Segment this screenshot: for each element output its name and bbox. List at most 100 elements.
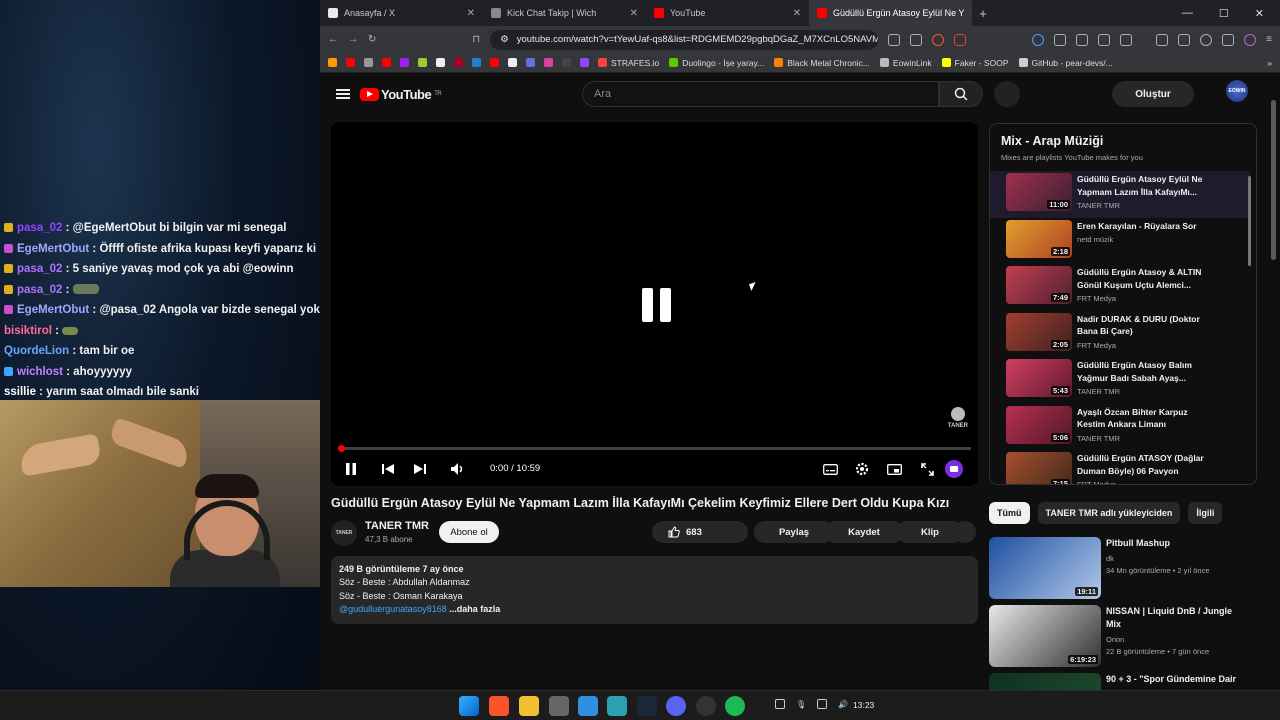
video-thumbnail[interactable]: 6:19:23 (989, 605, 1101, 667)
playlist-item[interactable]: 7:49 Güdüllü Ergün Atasoy & ALTIN Gönül K… (990, 264, 1250, 311)
playlist-item-title[interactable]: Eren Karayılan - Rüyalara Sor (1077, 220, 1217, 233)
steam-icon[interactable] (637, 696, 657, 716)
show-more-link[interactable]: ...daha fazla (449, 604, 500, 614)
volume-button[interactable] (451, 461, 465, 477)
playlist-item-title[interactable]: Güdüllü Ergün Atasoy & ALTIN Gönül Kuşum… (1077, 266, 1217, 291)
extension-1-icon[interactable] (1032, 33, 1045, 46)
brave-shield-icon[interactable] (932, 33, 945, 46)
video-title[interactable]: NISSAN | Liquid DnB / Jungle Mix (1106, 605, 1246, 631)
share-icon[interactable] (910, 33, 923, 46)
playlist-item[interactable]: 5:06 Ayaşlı Özcan Bihter Karpuz Kestim An… (990, 404, 1250, 451)
playlist-item-title[interactable]: Nadir DURAK & DURU (Doktor Bana Bi Çare) (1077, 313, 1217, 338)
photos-icon[interactable] (578, 696, 598, 716)
settings-gear-icon[interactable] (854, 461, 870, 477)
menu-icon[interactable]: ≡ (1266, 34, 1272, 45)
like-button[interactable]: 683 (652, 521, 748, 543)
browser-tab[interactable]: Anasayfa / X ✕ (320, 0, 483, 26)
chat-username[interactable]: wichlost (17, 366, 63, 378)
channel-mention-link[interactable]: @gudulluergunatasoy8168 (339, 604, 447, 614)
save-button[interactable]: Kaydet (824, 521, 904, 543)
sidebar-icon[interactable] (1156, 33, 1169, 46)
create-button[interactable]: Oluştur (1112, 81, 1194, 107)
bookmark-youtube-3-icon[interactable] (490, 58, 499, 67)
bookmark-item[interactable]: EowinLink (879, 58, 932, 68)
bookmark-github-icon[interactable] (364, 58, 373, 67)
site-info-icon[interactable]: ⚙ (500, 34, 509, 45)
github-icon[interactable] (1200, 33, 1213, 46)
close-window-icon[interactable]: ✕ (1255, 7, 1264, 20)
browser-tab[interactable]: Güdüllü Ergün Atasoy Eylül Ne Y✕ (809, 0, 972, 26)
avatar[interactable]: EOWIN (1226, 80, 1248, 102)
extension-player-icon[interactable] (945, 460, 963, 478)
miniplayer-button[interactable] (886, 461, 902, 477)
filter-chip[interactable]: İlgili (1188, 502, 1223, 524)
microphone-icon[interactable]: 🎙 (796, 700, 806, 709)
video-thumbnail[interactable]: 19:11 (989, 537, 1101, 599)
search-button[interactable] (939, 81, 983, 107)
playlist-item-title[interactable]: Güdüllü Ergün Atasoy Balım Yağmur Badı S… (1077, 359, 1217, 384)
shield-icon[interactable] (1222, 33, 1235, 46)
obs-icon[interactable] (696, 696, 716, 716)
video-player[interactable]: TANER 0:00 / 10:59 (331, 122, 978, 486)
pause-button[interactable] (344, 461, 358, 477)
file-explorer-icon[interactable] (519, 696, 539, 716)
bookmark-app-icon[interactable] (418, 58, 427, 67)
forward-icon[interactable]: → (348, 34, 358, 45)
playlist-thumbnail[interactable]: 7:15 (1006, 452, 1072, 484)
vpn-icon[interactable] (1244, 33, 1257, 46)
chat-username[interactable]: QuordeLion (4, 345, 69, 357)
playlist-item-title[interactable]: Ayaşlı Özcan Bihter Karpuz Kestim Ankara… (1077, 406, 1217, 431)
wallet-icon[interactable] (1178, 33, 1191, 46)
chat-username[interactable]: bisiktirol (4, 325, 52, 337)
youtube-logo[interactable]: YouTube TR (360, 87, 442, 102)
browser-tab[interactable]: YouTube ✕ (646, 0, 809, 26)
recommended-video[interactable]: 6:19:23 NISSAN | Liquid DnB / Jungle Mix O… (989, 605, 1259, 667)
chat-username[interactable]: EgeMertObut (17, 243, 89, 255)
extensions-icon[interactable] (1098, 33, 1111, 46)
bookmark-discord-icon[interactable] (526, 58, 535, 67)
back-icon[interactable]: ← (328, 34, 338, 45)
playlist-thumbnail[interactable]: 5:43 (1006, 359, 1072, 397)
extension-3-icon[interactable] (1076, 33, 1089, 46)
pause-overlay-icon[interactable] (636, 285, 676, 325)
volume-icon[interactable]: 🔊 (838, 700, 848, 709)
playlist-item[interactable]: 2:05 Nadir DURAK & DURU (Doktor Bana Bi Ç… (990, 311, 1250, 358)
app-icon[interactable] (607, 696, 627, 716)
bookmark-icon[interactable]: ⊓ (472, 34, 480, 45)
voice-search-button[interactable] (994, 81, 1020, 107)
playlist-thumbnail[interactable]: 2:18 (1006, 219, 1072, 258)
playlist-thumbnail[interactable]: 7:49 (1006, 266, 1072, 304)
bookmark-linkedin-icon[interactable] (472, 58, 481, 67)
previous-button[interactable] (381, 461, 395, 477)
subtitles-button[interactable] (822, 461, 838, 477)
screen-icon[interactable] (888, 33, 901, 46)
chat-username[interactable]: EgeMertObut (17, 304, 89, 316)
bookmark-x-icon[interactable] (508, 58, 517, 67)
bookmark-tiktok-icon[interactable] (436, 58, 445, 67)
page-scrollbar[interactable] (1271, 100, 1276, 260)
scrubber-handle[interactable] (338, 445, 345, 452)
chat-username[interactable]: pasa_02 (17, 222, 62, 234)
minimize-icon[interactable]: — (1182, 7, 1193, 20)
playlist-thumbnail[interactable]: 11:00 (1006, 173, 1072, 211)
bookmark-youtube-icon[interactable] (346, 58, 355, 67)
playlist-scrollbar[interactable] (1248, 176, 1251, 266)
bookmark-instagram-icon[interactable] (544, 58, 553, 67)
hamburger-menu-icon[interactable] (336, 89, 350, 99)
filter-chip[interactable]: TANER TMR adlı yükleyiciden (1037, 502, 1181, 524)
bookmark-item[interactable]: STRAFES.io (598, 58, 659, 68)
bookmarks-overflow-icon[interactable]: » (1267, 58, 1272, 68)
playlist-item[interactable]: 5:43 Güdüllü Ergün Atasoy Balım Yağmur Ba… (990, 357, 1250, 404)
close-tab-icon[interactable]: ✕ (793, 8, 801, 19)
bookmark-item[interactable]: Black Metal Chronic... (774, 58, 870, 68)
bookmark-youtube-2-icon[interactable] (382, 58, 391, 67)
search-input[interactable]: Ara (582, 81, 939, 107)
fullscreen-button[interactable] (919, 461, 935, 477)
filter-chip[interactable]: Tümü (989, 502, 1030, 524)
close-tab-icon[interactable]: ✕ (467, 8, 475, 19)
network-icon[interactable] (817, 699, 828, 709)
url-field[interactable]: ⚙ youtube.com/watch?v=tYewUaf-qs8&list=R… (490, 29, 879, 50)
bookmark-amazon-icon[interactable] (328, 58, 337, 67)
maximize-icon[interactable]: ☐ (1219, 7, 1229, 20)
progress-bar[interactable] (338, 445, 971, 452)
